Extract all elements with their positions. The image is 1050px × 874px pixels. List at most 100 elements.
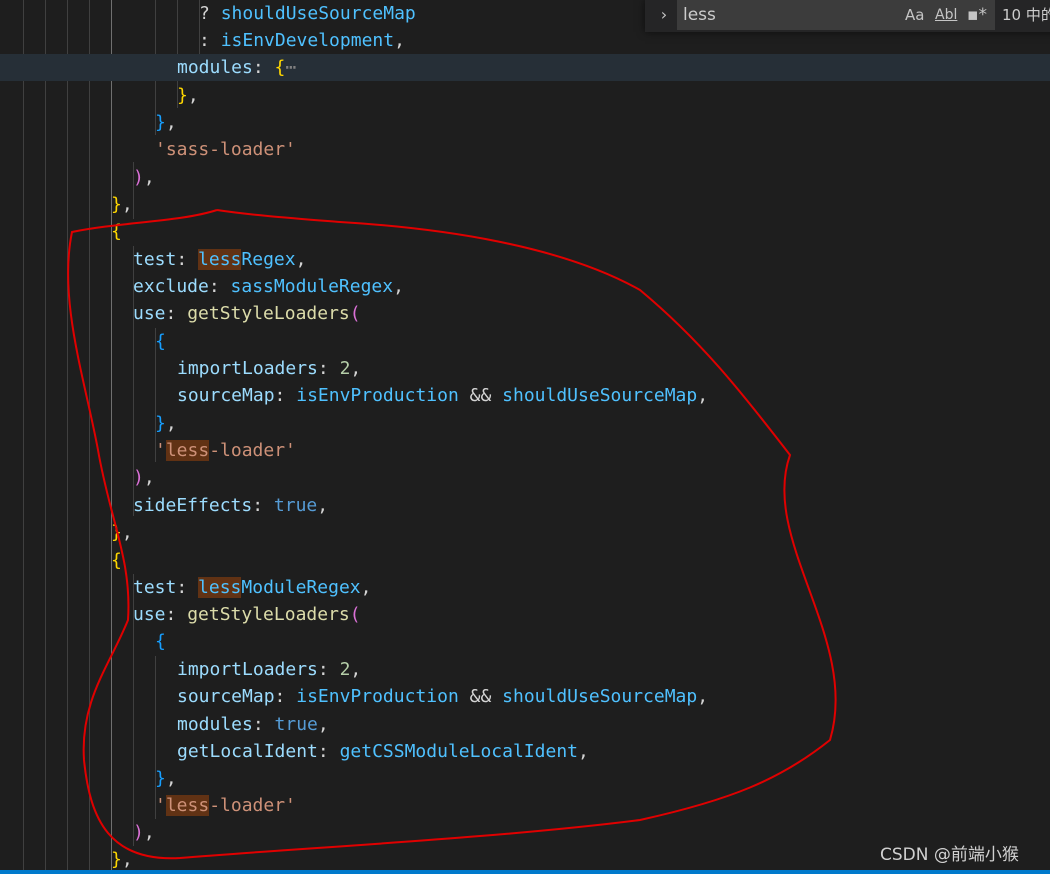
code-token: , [165, 112, 177, 133]
code-token: 'sass-loader' [155, 139, 296, 160]
search-match-highlight: less [165, 795, 210, 816]
code-line-text: test: lessModuleRegex, [133, 574, 371, 601]
code-token: , [121, 194, 133, 215]
code-token: , [295, 249, 307, 270]
code-line[interactable]: importLoaders: 2, [0, 355, 1050, 382]
code-token: modules [177, 714, 253, 735]
code-token: { [111, 221, 122, 242]
code-line-text: modules: true, [177, 711, 329, 738]
code-token: , [121, 849, 133, 870]
code-token: ' [155, 795, 166, 816]
code-line[interactable]: getLocalIdent: getCSSModuleLocalIdent, [0, 738, 1050, 765]
code-line-text: }, [155, 410, 177, 437]
code-token: , [187, 85, 199, 106]
code-token: && [458, 686, 503, 707]
code-line[interactable]: ), [0, 464, 1050, 491]
code-token: : [274, 385, 297, 406]
find-widget: › Aa Abl ▪* 10 中的 [645, 0, 1050, 32]
code-token: , [143, 467, 155, 488]
code-token: : [317, 741, 340, 762]
code-token: , [697, 686, 709, 707]
code-line-text: test: lessRegex, [133, 246, 306, 273]
code-line[interactable]: { [0, 628, 1050, 655]
search-match-highlight: less [165, 440, 210, 461]
code-line-text: sourceMap: isEnvProduction && shouldUseS… [177, 683, 708, 710]
code-line[interactable]: exclude: sassModuleRegex, [0, 273, 1050, 300]
code-token: } [111, 849, 122, 870]
code-token: , [350, 659, 362, 680]
code-token: 2 [339, 659, 351, 680]
code-line[interactable]: }, [0, 191, 1050, 218]
code-token: true [273, 495, 318, 516]
code-line-text: }, [111, 191, 133, 218]
code-line[interactable]: importLoaders: 2, [0, 656, 1050, 683]
code-line[interactable]: }, [0, 765, 1050, 792]
code-token: } [155, 413, 166, 434]
code-token: sourceMap [177, 686, 275, 707]
code-token: ? [199, 3, 221, 24]
code-line[interactable]: 'less-loader' [0, 792, 1050, 819]
code-token: , [143, 167, 155, 188]
code-line[interactable]: { [0, 218, 1050, 245]
code-line[interactable]: test: lessModuleRegex, [0, 574, 1050, 601]
code-line-text: exclude: sassModuleRegex, [133, 273, 404, 300]
code-line[interactable]: modules: {⋯ [0, 54, 1050, 81]
code-token: ( [349, 604, 361, 625]
code-line-text: ), [133, 819, 155, 846]
code-line[interactable]: use: getStyleLoaders( [0, 601, 1050, 628]
code-line-text: }, [155, 765, 177, 792]
whole-word-icon[interactable]: Abl [935, 4, 957, 26]
code-line[interactable]: use: getStyleLoaders( [0, 300, 1050, 327]
code-token: : [252, 57, 275, 78]
chevron-right-icon[interactable]: › [655, 2, 673, 28]
code-line[interactable]: sourceMap: isEnvProduction && shouldUseS… [0, 382, 1050, 409]
code-line[interactable]: 'sass-loader' [0, 136, 1050, 163]
code-token: } [155, 112, 166, 133]
code-token: use [133, 303, 166, 324]
code-token: : [165, 303, 188, 324]
code-line-text: }, [155, 109, 177, 136]
code-line[interactable]: 'less-loader' [0, 437, 1050, 464]
code-token: ) [133, 167, 144, 188]
code-line[interactable]: { [0, 328, 1050, 355]
code-token: , [578, 741, 589, 762]
code-token: sourceMap [177, 385, 275, 406]
code-token: shouldUseSourceMap [502, 686, 698, 707]
code-line[interactable]: }, [0, 410, 1050, 437]
code-token: { [274, 57, 286, 78]
code-line[interactable]: { [0, 547, 1050, 574]
code-token: test [133, 577, 177, 598]
match-case-icon[interactable]: Aa [905, 4, 924, 26]
code-line[interactable]: }, [0, 82, 1050, 109]
code-line[interactable]: }, [0, 109, 1050, 136]
search-match-highlight: less [198, 249, 242, 270]
code-token: exclude [133, 276, 209, 297]
code-token: getCSSModuleLocalIdent [339, 741, 578, 762]
code-line[interactable]: }, [0, 519, 1050, 546]
code-line[interactable]: test: lessRegex, [0, 246, 1050, 273]
code-line-text: }, [177, 82, 199, 109]
code-editor[interactable]: ? shouldUseSourceMap: isEnvDevelopment, m… [0, 0, 1050, 874]
code-token: use [133, 604, 166, 625]
code-token: , [697, 385, 709, 406]
code-line[interactable]: modules: true, [0, 711, 1050, 738]
code-token: && [458, 385, 503, 406]
code-token: , [350, 358, 362, 379]
code-line[interactable]: sideEffects: true, [0, 492, 1050, 519]
code-token: : [252, 495, 274, 516]
code-token: test [133, 249, 177, 270]
code-line[interactable]: ), [0, 164, 1050, 191]
code-line-text: use: getStyleLoaders( [133, 601, 361, 628]
code-line[interactable]: sourceMap: isEnvProduction && shouldUseS… [0, 683, 1050, 710]
code-token: ⋯ [285, 57, 297, 78]
code-token: getLocalIdent [177, 741, 318, 762]
code-line-text: { [111, 218, 122, 245]
code-token: { [155, 331, 166, 352]
regex-icon[interactable]: ▪* [967, 4, 987, 26]
code-token: isEnvDevelopment [220, 30, 395, 51]
code-token: isEnvProduction [296, 686, 459, 707]
code-line[interactable]: ), [0, 819, 1050, 846]
code-token: importLoaders [177, 659, 318, 680]
watermark: CSDN @前端小猴 [880, 845, 1019, 865]
code-token: ( [349, 303, 361, 324]
